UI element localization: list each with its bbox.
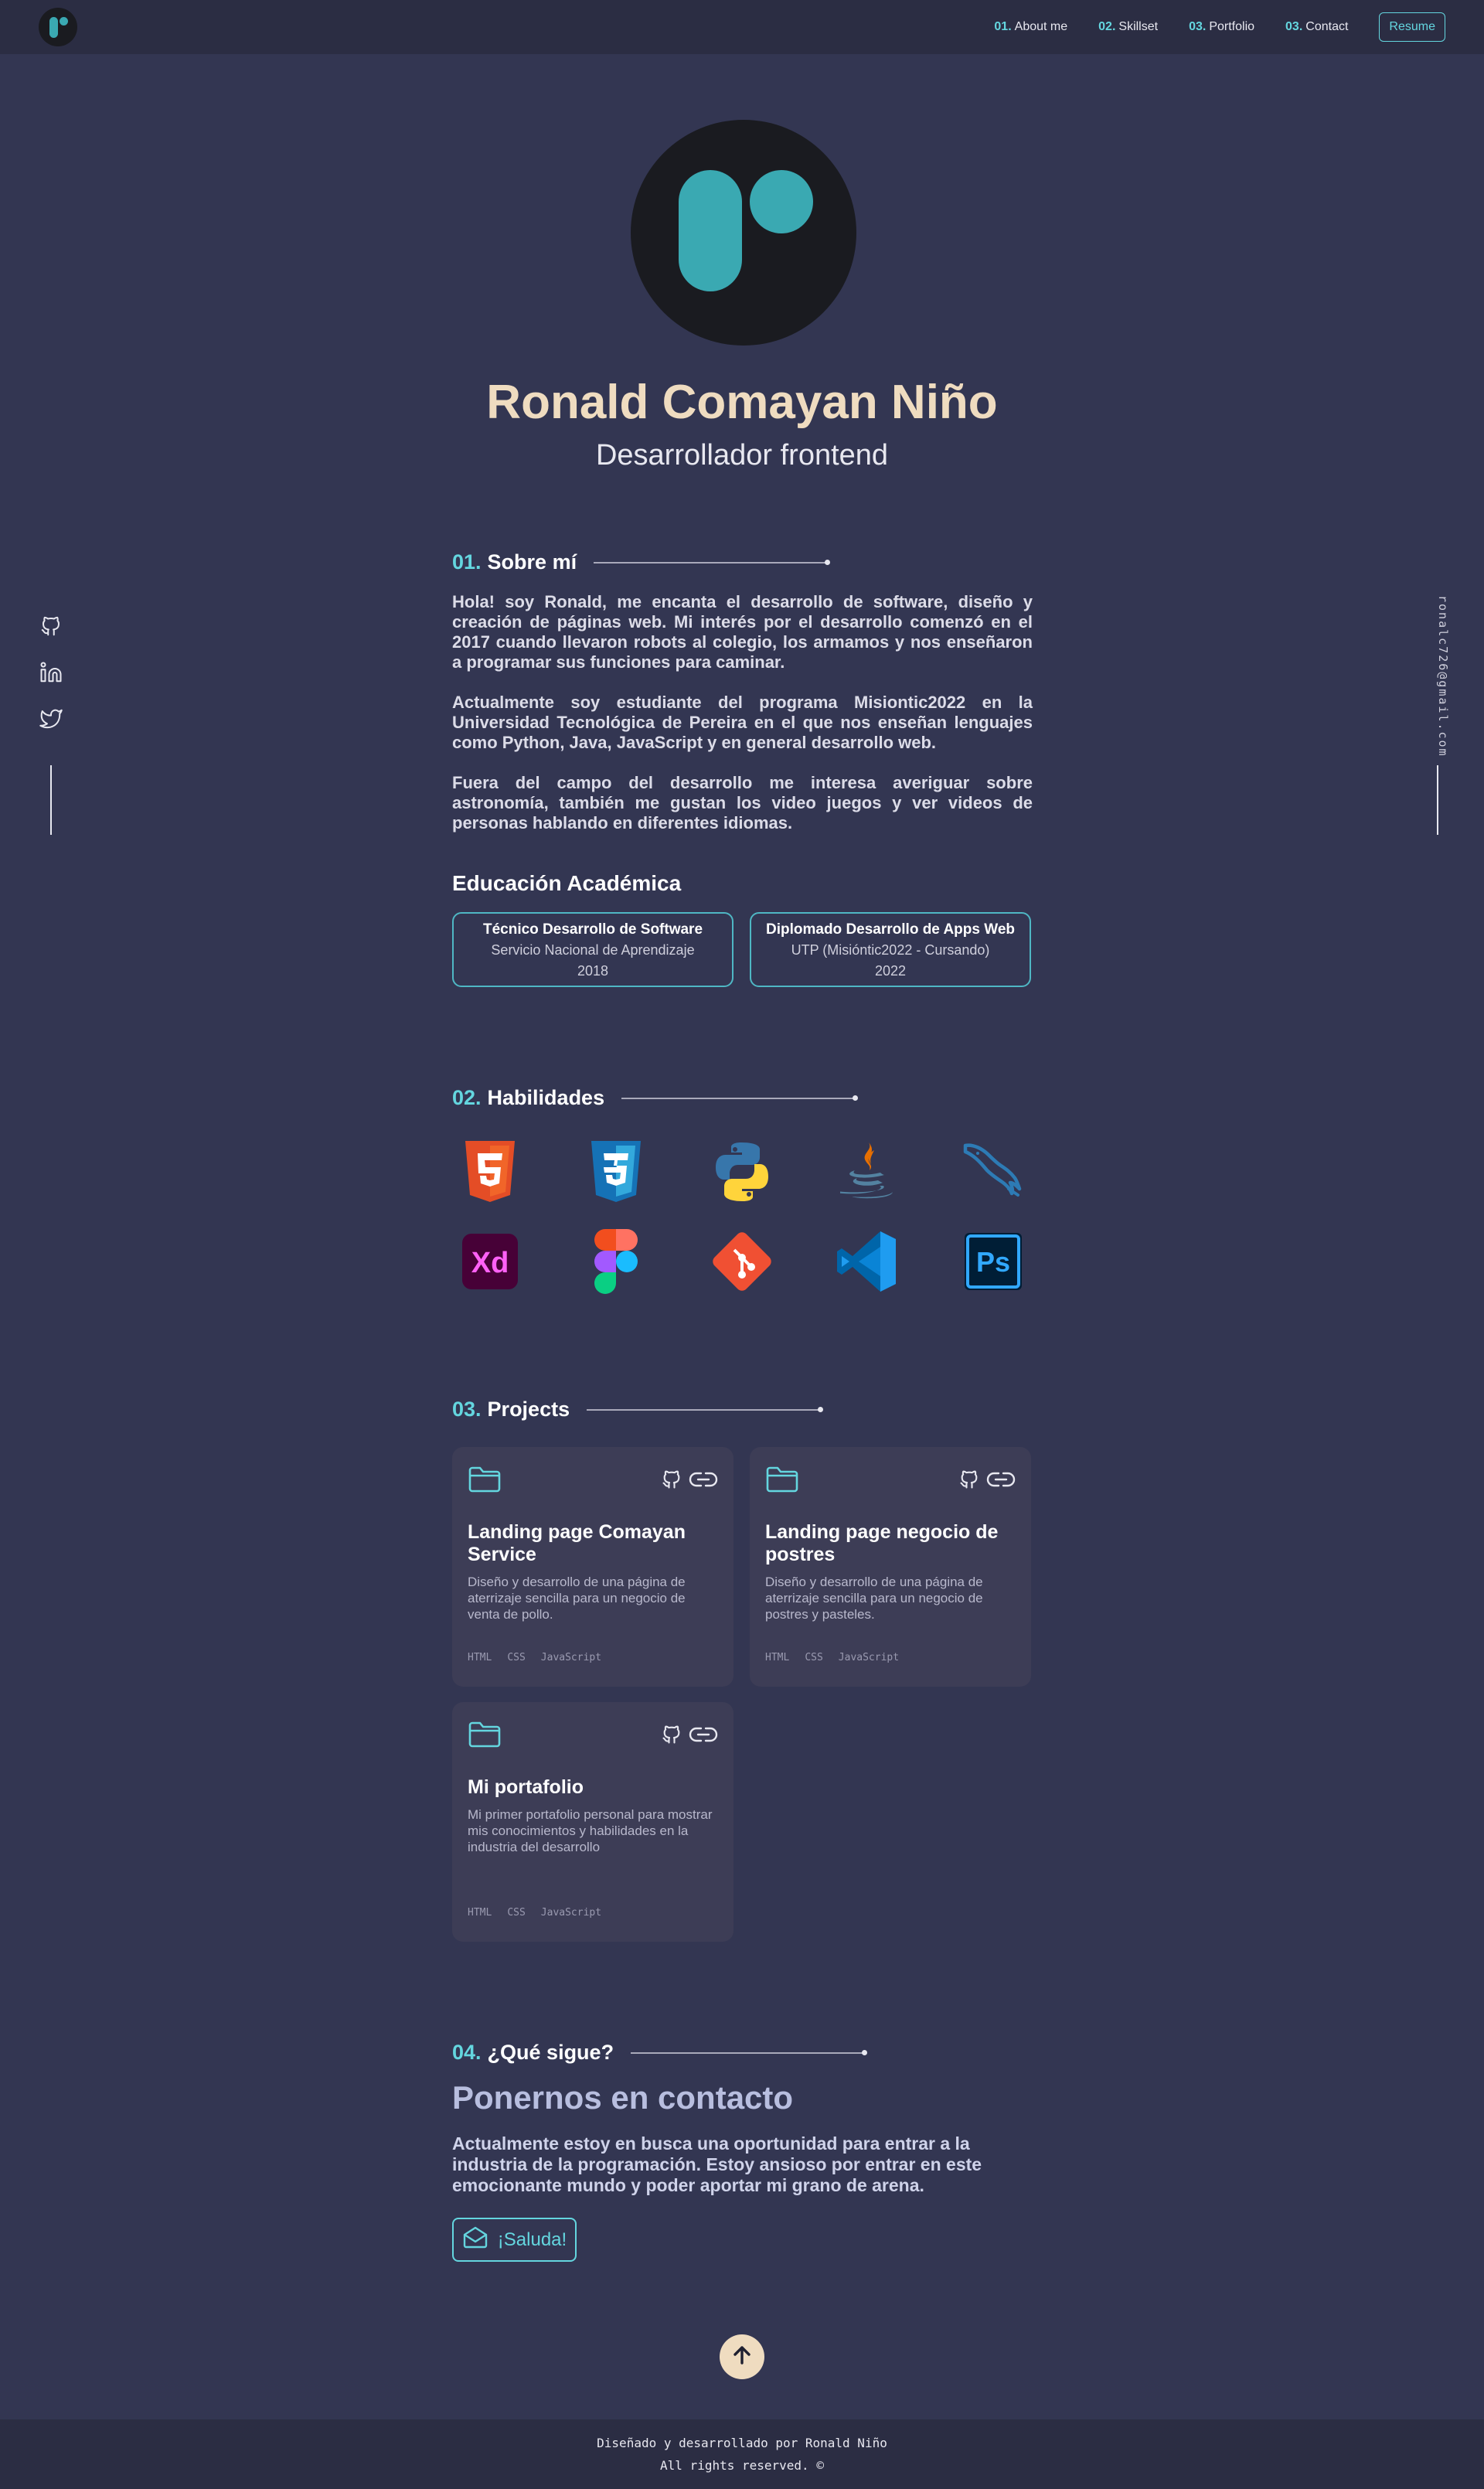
rc-logo-icon[interactable] (39, 8, 77, 46)
external-link-icon[interactable] (986, 1469, 1016, 1494)
heading-line (587, 1406, 824, 1412)
hero-logo-icon (631, 120, 856, 346)
contact-text: Actualmente estoy en busca una oportunid… (452, 2133, 982, 2195)
social-divider-line (50, 765, 52, 835)
project-card[interactable]: Mi portafolio Mi primer portafolio perso… (452, 1702, 733, 1942)
folder-icon (468, 1466, 502, 1497)
about-text: Hola! soy Ronald, me encanta el desarrol… (452, 592, 1033, 853)
resume-button[interactable]: Resume (1379, 12, 1445, 42)
section-heading-skills: 02. Habilidades (452, 1086, 859, 1110)
project-tag: HTML (468, 1652, 492, 1663)
hero-role: Desarrollador frontend (595, 439, 889, 472)
html5-icon (458, 1139, 522, 1204)
git-icon (710, 1229, 774, 1294)
contact-heading: Ponernos en contacto (452, 2079, 794, 2116)
footer-rights: All rights reserved. © (660, 2458, 824, 2473)
css3-icon (584, 1139, 648, 1204)
say-hello-button[interactable]: ¡Saluda! (452, 2218, 577, 2262)
mail-open-icon (462, 2225, 488, 2254)
education-title: Educación Académica (452, 871, 682, 895)
about-paragraph: Actualmente soy estudiante del programa … (452, 693, 1033, 752)
section-heading-projects: 03. Projects (452, 1398, 824, 1422)
arrow-up-icon (730, 2344, 754, 2371)
external-link-icon[interactable] (689, 1724, 718, 1749)
mysql-icon (961, 1139, 1026, 1204)
about-paragraph: Hola! soy Ronald, me encanta el desarrol… (452, 592, 1033, 672)
nav-link-portfolio[interactable]: 03. Portfolio (1189, 20, 1254, 34)
project-card[interactable]: Landing page negocio de postres Diseño y… (750, 1447, 1031, 1687)
project-tag: JavaScript (540, 1652, 602, 1663)
project-tag: HTML (468, 1907, 492, 1919)
project-title: Landing page Comayan Service (468, 1521, 686, 1565)
twitter-icon[interactable] (39, 707, 63, 730)
project-tags: HTML CSS JavaScript (468, 1907, 601, 1919)
svg-text:Xd: Xd (471, 1247, 509, 1279)
hero-name: Ronald Comayan Niño (486, 376, 998, 429)
java-icon (835, 1139, 900, 1204)
nav-links: 01. About me 02. Skillset 03. Portfolio 03.… (994, 12, 1445, 42)
social-links (37, 615, 65, 730)
folder-icon (468, 1721, 502, 1752)
python-icon (710, 1139, 774, 1204)
project-tag: JavaScript (540, 1907, 602, 1919)
project-title: Mi portafolio (468, 1776, 584, 1798)
project-tag: HTML (765, 1652, 790, 1663)
education-card: Técnico Desarrollo de Software Servicio … (452, 912, 733, 987)
project-title: Landing page negocio de postres (765, 1521, 999, 1565)
adobe-xd-icon: Xd (458, 1229, 522, 1294)
project-description: Diseño y desarrollo de una página de ate… (468, 1575, 686, 1622)
svg-text:Ps: Ps (976, 1246, 1010, 1278)
github-icon[interactable] (661, 1724, 682, 1749)
about-paragraph: Fuera del campo del desarrollo me intere… (452, 773, 1033, 833)
project-card[interactable]: Landing page Comayan Service Diseño y de… (452, 1447, 733, 1687)
nav-link-about[interactable]: 01. About me (994, 20, 1067, 34)
project-tag: CSS (507, 1907, 526, 1919)
footer: Diseñado y desarrollado por Ronald Niño … (0, 2419, 1484, 2489)
nav-link-contact[interactable]: 03. Contact (1285, 20, 1348, 34)
github-icon[interactable] (39, 615, 63, 638)
scroll-to-top-button[interactable] (720, 2334, 764, 2379)
email-divider-line (1437, 765, 1438, 835)
heading-line (631, 2049, 868, 2055)
linkedin-icon[interactable] (39, 661, 63, 684)
project-tag: JavaScript (838, 1652, 900, 1663)
project-tag: CSS (805, 1652, 823, 1663)
folder-icon (765, 1466, 799, 1497)
email-link[interactable]: ronalc726@gmail.com (1427, 595, 1450, 758)
project-tags: HTML CSS JavaScript (765, 1652, 899, 1663)
vscode-icon (835, 1229, 900, 1294)
heading-line (621, 1095, 859, 1101)
project-description: Mi primer portafolio personal para mostr… (468, 1807, 713, 1854)
heading-line (594, 559, 831, 565)
external-link-icon[interactable] (689, 1469, 718, 1494)
figma-icon (584, 1229, 648, 1294)
photoshop-icon: Ps (961, 1229, 1026, 1294)
nav-link-skillset[interactable]: 02. Skillset (1098, 20, 1158, 34)
project-description: Diseño y desarrollo de una página de ate… (765, 1575, 983, 1622)
project-tags: HTML CSS JavaScript (468, 1652, 601, 1663)
section-heading-about: 01. Sobre mí (452, 550, 831, 574)
github-icon[interactable] (661, 1469, 682, 1494)
github-icon[interactable] (958, 1469, 980, 1494)
education-card: Diplomado Desarrollo de Apps Web UTP (Mi… (750, 912, 1031, 987)
project-tag: CSS (507, 1652, 526, 1663)
top-nav: 01. About me 02. Skillset 03. Portfolio 03.… (0, 0, 1484, 54)
footer-credit: Diseñado y desarrollado por Ronald Niño (597, 2436, 887, 2450)
section-heading-contact: 04. ¿Qué sigue? (452, 2041, 868, 2065)
